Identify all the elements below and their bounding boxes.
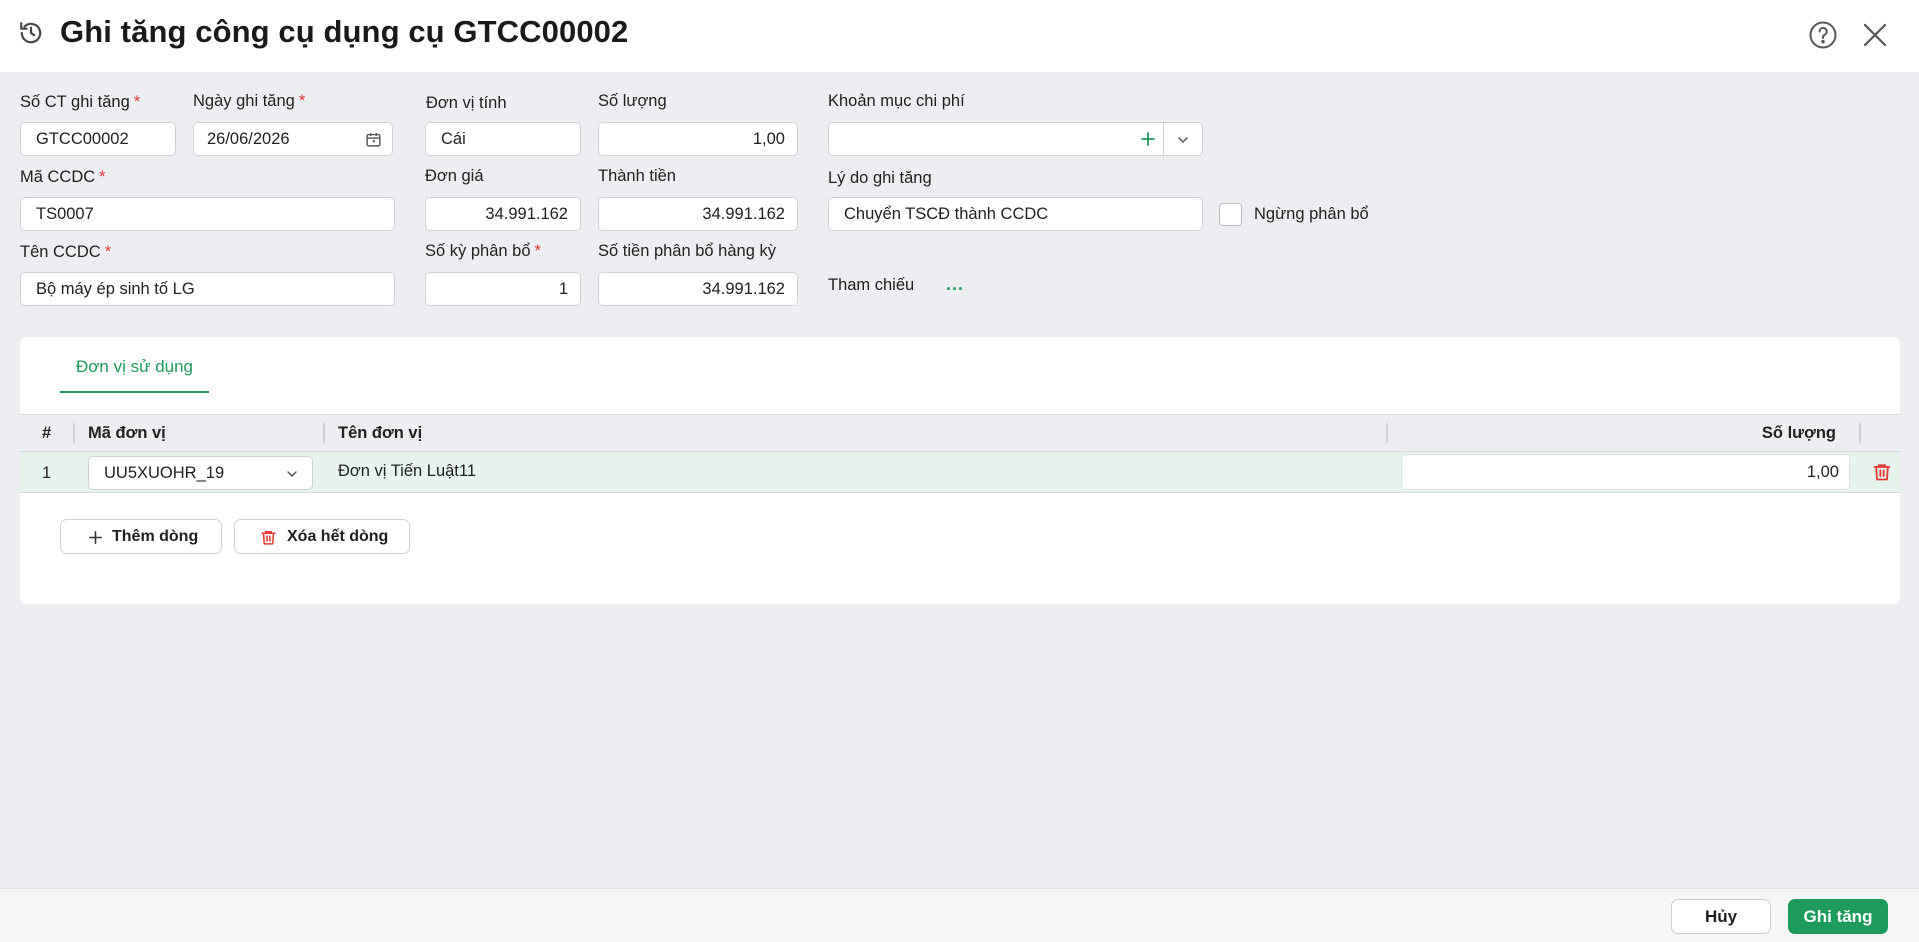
ma-don-vi-select[interactable]: UU5XUOHR_19 xyxy=(88,456,313,490)
trash-icon xyxy=(261,531,276,545)
so-ky-phan-bo-input[interactable]: 1 xyxy=(425,272,581,306)
chevron-down-icon[interactable] xyxy=(1175,132,1191,148)
calendar-icon[interactable] xyxy=(365,131,382,148)
don-vi-tinh-input[interactable]: Cái xyxy=(425,122,581,156)
column-divider xyxy=(1386,423,1388,443)
column-divider xyxy=(1859,423,1861,443)
help-icon[interactable] xyxy=(1808,20,1838,50)
column-so-luong: Số lượng xyxy=(1761,424,1836,442)
plus-icon xyxy=(89,531,102,544)
khoan-muc-chi-phi-label: Khoản mục chi phí xyxy=(828,92,965,110)
so-ct-label: Số CT ghi tăng * xyxy=(20,93,141,111)
ngung-phan-bo-checkbox[interactable] xyxy=(1219,203,1242,226)
so-luong-label: Số lượng xyxy=(598,92,667,110)
ma-don-vi-value: UU5XUOHR_19 xyxy=(104,464,225,482)
page-title: Ghi tăng công cụ dụng cụ GTCC00002 xyxy=(60,14,629,49)
ngay-ghi-tang-input[interactable]: 26/06/2026 xyxy=(193,122,393,156)
ma-ccdc-input[interactable]: TS0007 xyxy=(20,197,395,231)
add-row-label: Thêm dòng xyxy=(112,528,199,545)
cancel-button[interactable]: Hủy xyxy=(1671,899,1771,934)
ly-do-label: Lý do ghi tăng xyxy=(828,169,932,187)
column-index: # xyxy=(42,424,52,442)
dialog-header: Ghi tăng công cụ dụng cụ GTCC00002 xyxy=(0,0,1919,72)
don-vi-tinh-label: Đơn vị tính xyxy=(426,94,507,112)
chevron-down-icon[interactable] xyxy=(284,466,300,482)
table-row[interactable]: 1 UU5XUOHR_19 Đơn vị Tiến Luật11 1,00 xyxy=(20,452,1900,493)
submit-button[interactable]: Ghi tăng xyxy=(1788,899,1888,934)
detail-panel: Đơn vị sử dụng # Mã đơn vị Tên đơn vị Số… xyxy=(20,337,1900,604)
combo-divider xyxy=(1163,123,1164,155)
history-icon[interactable] xyxy=(18,20,44,46)
tham-chieu-label: Tham chiếu xyxy=(828,276,915,294)
ly-do-input[interactable]: Chuyển TSCĐ thành CCDC xyxy=(828,197,1203,231)
tham-chieu-link[interactable]: ... xyxy=(946,274,964,295)
add-row-button[interactable]: Thêm dòng xyxy=(60,519,222,554)
thanh-tien-input[interactable]: 34.991.162 xyxy=(598,197,798,231)
trash-icon[interactable] xyxy=(1872,462,1892,482)
khoan-muc-chi-phi-combo[interactable] xyxy=(828,122,1203,156)
row-index: 1 xyxy=(42,464,52,482)
don-gia-label: Đơn giá xyxy=(425,167,484,185)
ngay-ghi-tang-label: Ngày ghi tăng * xyxy=(193,92,306,110)
column-ten-don-vi: Tên đơn vị xyxy=(338,424,423,442)
so-tien-phan-bo-label: Số tiền phân bổ hàng kỳ xyxy=(598,242,776,260)
column-ma-don-vi: Mã đơn vị xyxy=(88,424,166,442)
ten-ccdc-input[interactable]: Bộ máy ép sinh tố LG xyxy=(20,272,395,306)
ten-ccdc-label: Tên CCDC * xyxy=(20,243,112,261)
clear-rows-button[interactable]: Xóa hết dòng xyxy=(234,519,410,554)
column-divider xyxy=(73,423,75,443)
so-ky-phan-bo-label: Số kỳ phân bổ * xyxy=(425,242,541,260)
ten-don-vi-cell: Đơn vị Tiến Luật11 xyxy=(338,462,477,480)
clear-rows-label: Xóa hết dòng xyxy=(287,528,389,545)
thanh-tien-label: Thành tiền xyxy=(598,167,676,185)
ngung-phan-bo-label: Ngừng phân bổ xyxy=(1254,205,1369,223)
ma-ccdc-label: Mã CCDC * xyxy=(20,168,106,186)
so-luong-input[interactable]: 1,00 xyxy=(598,122,798,156)
so-tien-phan-bo-input[interactable]: 34.991.162 xyxy=(598,272,798,306)
table-header: # Mã đơn vị Tên đơn vị Số lượng xyxy=(20,414,1900,452)
ngay-ghi-tang-value: 26/06/2026 xyxy=(207,130,290,148)
plus-icon[interactable] xyxy=(1139,130,1157,148)
column-divider xyxy=(323,423,325,443)
so-luong-cell-input[interactable]: 1,00 xyxy=(1401,454,1850,490)
don-gia-input[interactable]: 34.991.162 xyxy=(425,197,581,231)
dialog-footer: Hủy Ghi tăng xyxy=(0,888,1919,942)
so-ct-input[interactable]: GTCC00002 xyxy=(20,122,176,156)
close-icon[interactable] xyxy=(1860,20,1890,50)
tab-don-vi-su-dung[interactable]: Đơn vị sử dụng xyxy=(60,357,209,393)
